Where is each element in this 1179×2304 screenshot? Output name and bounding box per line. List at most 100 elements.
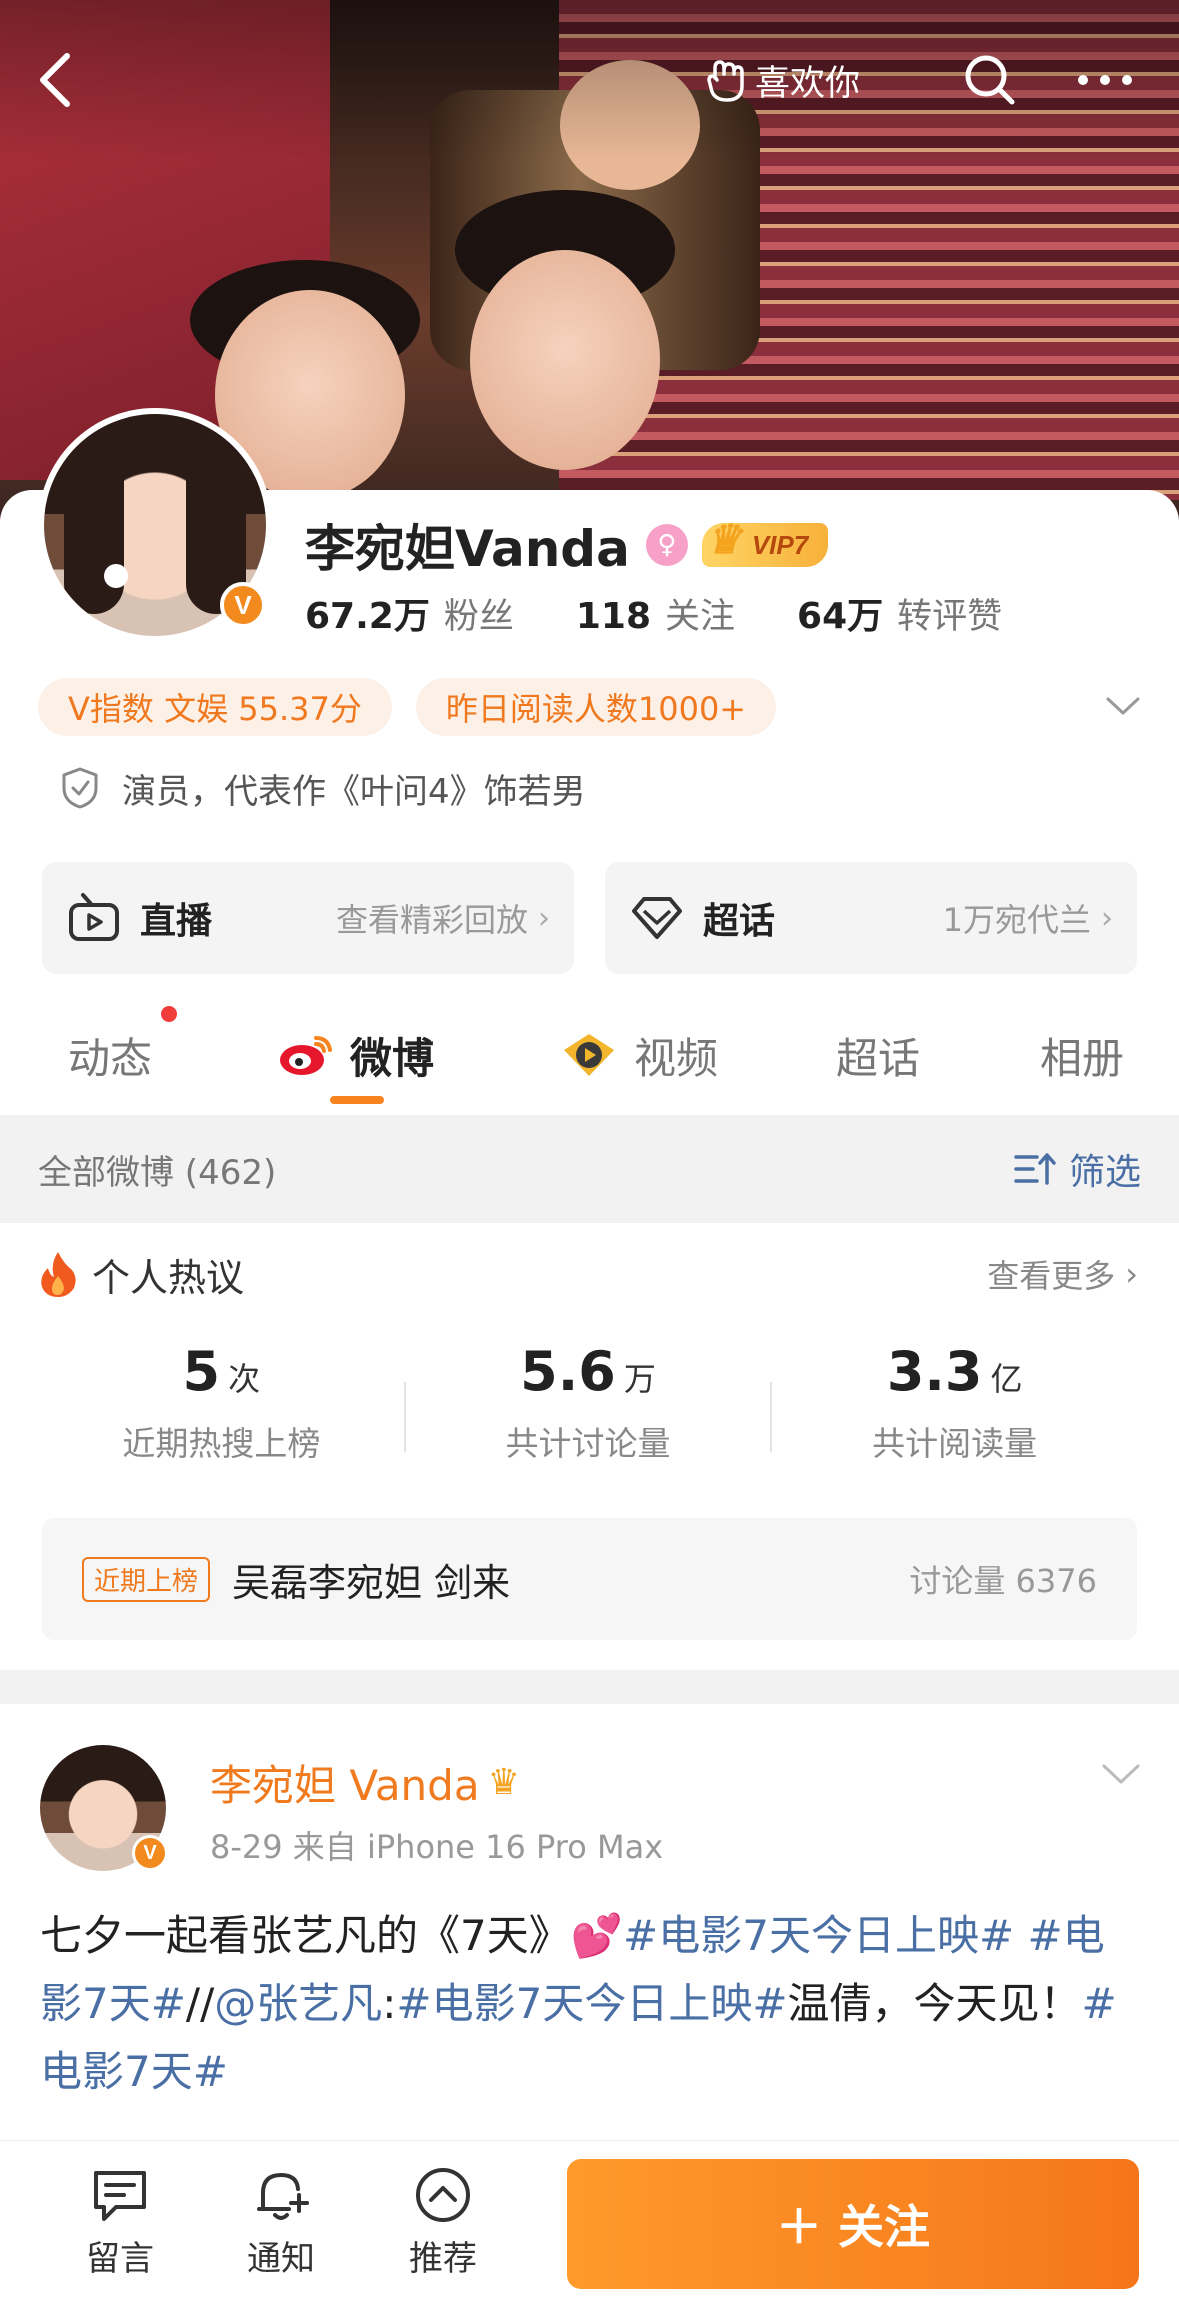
hand-icon [707,60,744,102]
stat-label: 粉丝 [443,597,514,637]
recommend-button[interactable]: 推荐 [383,2165,503,2280]
hashtag-link[interactable]: #电影7天今日上映# [396,1979,787,2028]
hot-title: 个人热议 [92,1255,245,1300]
chevron-right-icon: › [1101,900,1113,936]
tab-label: 超话 [836,1033,921,1083]
divider [770,1382,772,1452]
supertopic-entry[interactable]: 超话 1万宛代兰 › [605,862,1137,974]
message-button[interactable]: 留言 [60,2165,180,2280]
tab-supertopic[interactable]: 超话 [836,1020,920,1090]
hot-stat-unit: 亿 [990,1360,1023,1398]
like-button[interactable]: 喜欢你 [705,50,860,110]
vip-label: VIP7 [751,529,809,560]
post-author-name: 李宛妲 Vanda [210,1760,480,1810]
active-tab-indicator [330,1096,384,1104]
chevron-down-icon[interactable] [1098,686,1148,726]
post-text-part: : [382,1979,397,2028]
name-row: 李宛妲Vanda ♀ ♛ VIP7 [305,510,829,580]
bell-icon [257,2172,309,2220]
live-entry[interactable]: 直播 查看精彩回放 › [42,862,574,974]
search-icon[interactable] [955,45,1025,115]
tab-label: 动态 [68,1033,153,1083]
tab-video[interactable]: 视频 [560,1020,718,1090]
message-icon [94,2171,146,2221]
tab-weibo[interactable]: 微博 [278,1020,434,1090]
tab-label: 相册 [1040,1033,1125,1083]
hot-stat-caption: 共计阅读量 [872,1424,1038,1463]
message-label: 留言 [86,2239,154,2279]
filter-icon [1014,1153,1056,1185]
profile-avatar[interactable]: V [38,408,272,642]
stat-label: 关注 [665,596,736,637]
post-text: 七夕一起看张艺凡的《7天》💕#电影7天今日上映# #电影7天#//@张艺凡:#电… [40,1902,1140,2106]
live-title: 直播 [140,901,213,942]
supertopic-title: 超话 [703,901,776,942]
mention-link[interactable]: @张艺凡 [214,1979,382,2028]
verified-badge: V [220,582,266,628]
tab-feed[interactable]: 动态 [68,1020,152,1090]
fire-icon [41,1252,76,1297]
hot-stat-number: 5.6 [520,1340,616,1403]
view-more-link[interactable]: 查看更多 › [987,1251,1138,1297]
bottom-action-bar: 留言 通知 推荐 ＋ 关注 [0,2140,1179,2304]
diamond-icon [629,890,685,946]
stat-following[interactable]: 118 关注 [576,588,735,639]
post-text-part: // [185,1979,215,2028]
video-icon [560,1030,618,1080]
crown-icon: ♛ [487,1761,520,1803]
filter-button[interactable]: 筛选 [1013,1143,1141,1195]
hot-stat-reads[interactable]: 3.3 亿 共计阅读量 [771,1340,1138,1490]
reader-count-tag[interactable]: 昨日阅读人数1000+ [415,678,777,736]
vip-badge[interactable]: ♛ VIP7 [701,518,829,567]
hot-discussion-header: 个人热议 查看更多 › [38,1244,1138,1304]
hot-stat-discussion[interactable]: 5.6 万 共计讨论量 [405,1340,772,1490]
section-divider [0,1670,1179,1704]
filter-bar: 全部微博 (462) 筛选 [0,1115,1179,1223]
trending-topic-row[interactable]: 近期上榜 吴磊李宛妲 剑来 讨论量 6376 [42,1518,1137,1640]
view-more-label: 查看更多 [987,1257,1116,1295]
stat-number: 118 [575,595,651,637]
post-text-part: 温倩，今天见！ [787,1979,1082,2028]
tab-label: 视频 [634,1033,719,1083]
chevron-right-icon: › [1125,1255,1138,1293]
stats-row: 67.2万 粉丝 118 关注 64万 转评赞 [305,585,1064,641]
hot-stat-number: 5 [182,1340,221,1403]
chevron-right-icon: › [538,900,550,936]
chevron-down-icon[interactable] [1101,1762,1141,1790]
bio-row: 演员，代表作《叶问4》饰若男 [60,760,586,816]
verified-badge: V [132,1835,168,1871]
post-author[interactable]: 李宛妲 Vanda ♛ [210,1752,520,1812]
trend-topic: 吴磊李宛妲 剑来 [232,1560,511,1605]
hot-stat-unit: 次 [228,1360,261,1398]
notification-dot [161,1006,177,1022]
stat-number: 64万 [797,596,884,637]
hot-stats: 5次 近期热搜上榜 5.6 万 共计讨论量 3.3 亿 共计阅读量 [38,1340,1138,1490]
post-avatar[interactable]: V [40,1745,168,1873]
tv-icon [66,890,122,946]
profile-tabs: 动态 微博 视频 超话 相册 [0,1000,1179,1110]
recommend-label: 推荐 [409,2239,477,2279]
more-icon[interactable] [1070,45,1140,115]
hot-stat-number: 3.3 [886,1340,983,1403]
post-text-part [1014,1911,1027,1960]
back-icon[interactable] [20,40,90,120]
trend-discussion-count: 讨论量 6376 [909,1562,1097,1600]
follow-button[interactable]: ＋ 关注 [567,2159,1139,2289]
v-index-tag[interactable]: V指数 文娱 55.37分 [38,678,392,736]
all-posts-count[interactable]: 全部微博 (462) [38,1145,276,1194]
post-meta: 8-29 来自 iPhone 16 Pro Max [210,1828,664,1866]
stat-interactions[interactable]: 64万 转评赞 [797,587,1002,639]
tags-row: V指数 文娱 55.37分 昨日阅读人数1000+ [38,676,1148,738]
tab-album[interactable]: 相册 [1040,1020,1124,1090]
feature-row: 直播 查看精彩回放 › 超话 1万宛代兰 › [42,862,1137,974]
filter-label: 筛选 [1068,1152,1141,1193]
trend-badge: 近期上榜 [82,1556,211,1602]
shield-icon [62,767,98,809]
stat-fans[interactable]: 67.2万 粉丝 [305,587,514,639]
tab-label: 微博 [350,1033,435,1083]
hot-stat-trending[interactable]: 5次 近期热搜上榜 [38,1340,405,1490]
notify-button[interactable]: 通知 [221,2165,341,2280]
supertopic-subtitle: 1万宛代兰 [942,901,1091,939]
hot-stat-caption: 近期热搜上榜 [122,1424,321,1463]
hashtag-link[interactable]: #电影7天今日上映# [623,1911,1014,1960]
